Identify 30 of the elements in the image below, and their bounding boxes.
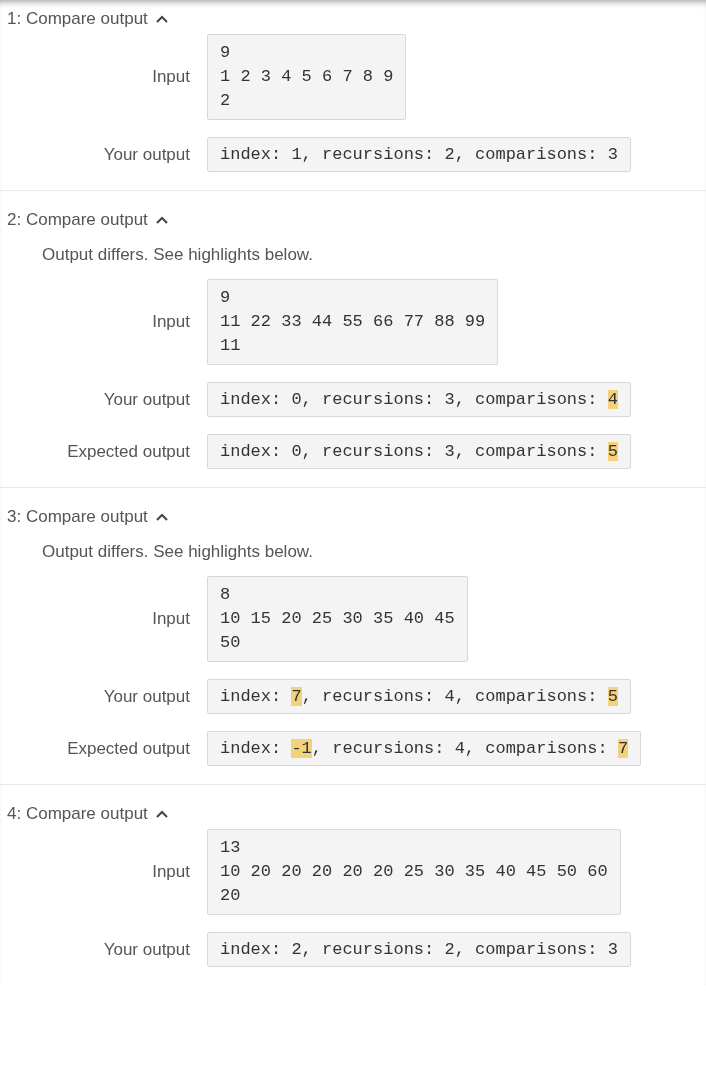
- output-box: index: 2, recursions: 2, comparisons: 3: [207, 932, 631, 967]
- output-box: index: 0, recursions: 3, comparisons: 4: [207, 382, 631, 417]
- row-label: Input: [151, 67, 191, 87]
- input-box: 8 10 15 20 25 30 35 40 45 50: [207, 576, 468, 662]
- row-label: Your output: [102, 144, 191, 165]
- row-label: Input: [151, 609, 191, 629]
- section-title: 4: Compare output: [7, 804, 148, 824]
- row-label: Your output: [102, 686, 191, 707]
- chevron-icon[interactable]: [155, 513, 168, 521]
- input-box: 9 1 2 3 4 5 6 7 8 9 2: [207, 34, 407, 120]
- row-label: Input: [151, 862, 191, 882]
- chevron-icon[interactable]: [155, 15, 168, 23]
- differs-message: Output differs. See highlights below.: [42, 542, 314, 562]
- input-box: 9 11 22 33 44 55 66 77 88 99 11: [207, 279, 499, 365]
- row-label: Input: [151, 312, 191, 332]
- section-title: 2: Compare output: [7, 210, 148, 230]
- input-box: 13 10 20 20 20 20 20 25 30 35 40 45 50 60 20: [207, 829, 621, 915]
- output-box: index: 1, recursions: 2, comparisons: 3: [207, 137, 631, 172]
- chevron-icon[interactable]: [155, 810, 168, 818]
- row-label: Expected output: [66, 738, 191, 759]
- row-label: Your output: [102, 389, 191, 410]
- differs-message: Output differs. See highlights below.: [42, 245, 314, 265]
- section-title: 3: Compare output: [7, 507, 148, 527]
- output-box: index: -1, recursions: 4, comparisons: 7: [207, 731, 642, 766]
- section-title: 1: Compare output: [7, 9, 148, 29]
- output-box: index: 0, recursions: 3, comparisons: 5: [207, 434, 631, 469]
- row-label: Your output: [102, 939, 191, 960]
- row-label: Expected output: [66, 441, 191, 462]
- chevron-icon[interactable]: [155, 216, 168, 224]
- output-box: index: 7, recursions: 4, comparisons: 5: [207, 679, 631, 714]
